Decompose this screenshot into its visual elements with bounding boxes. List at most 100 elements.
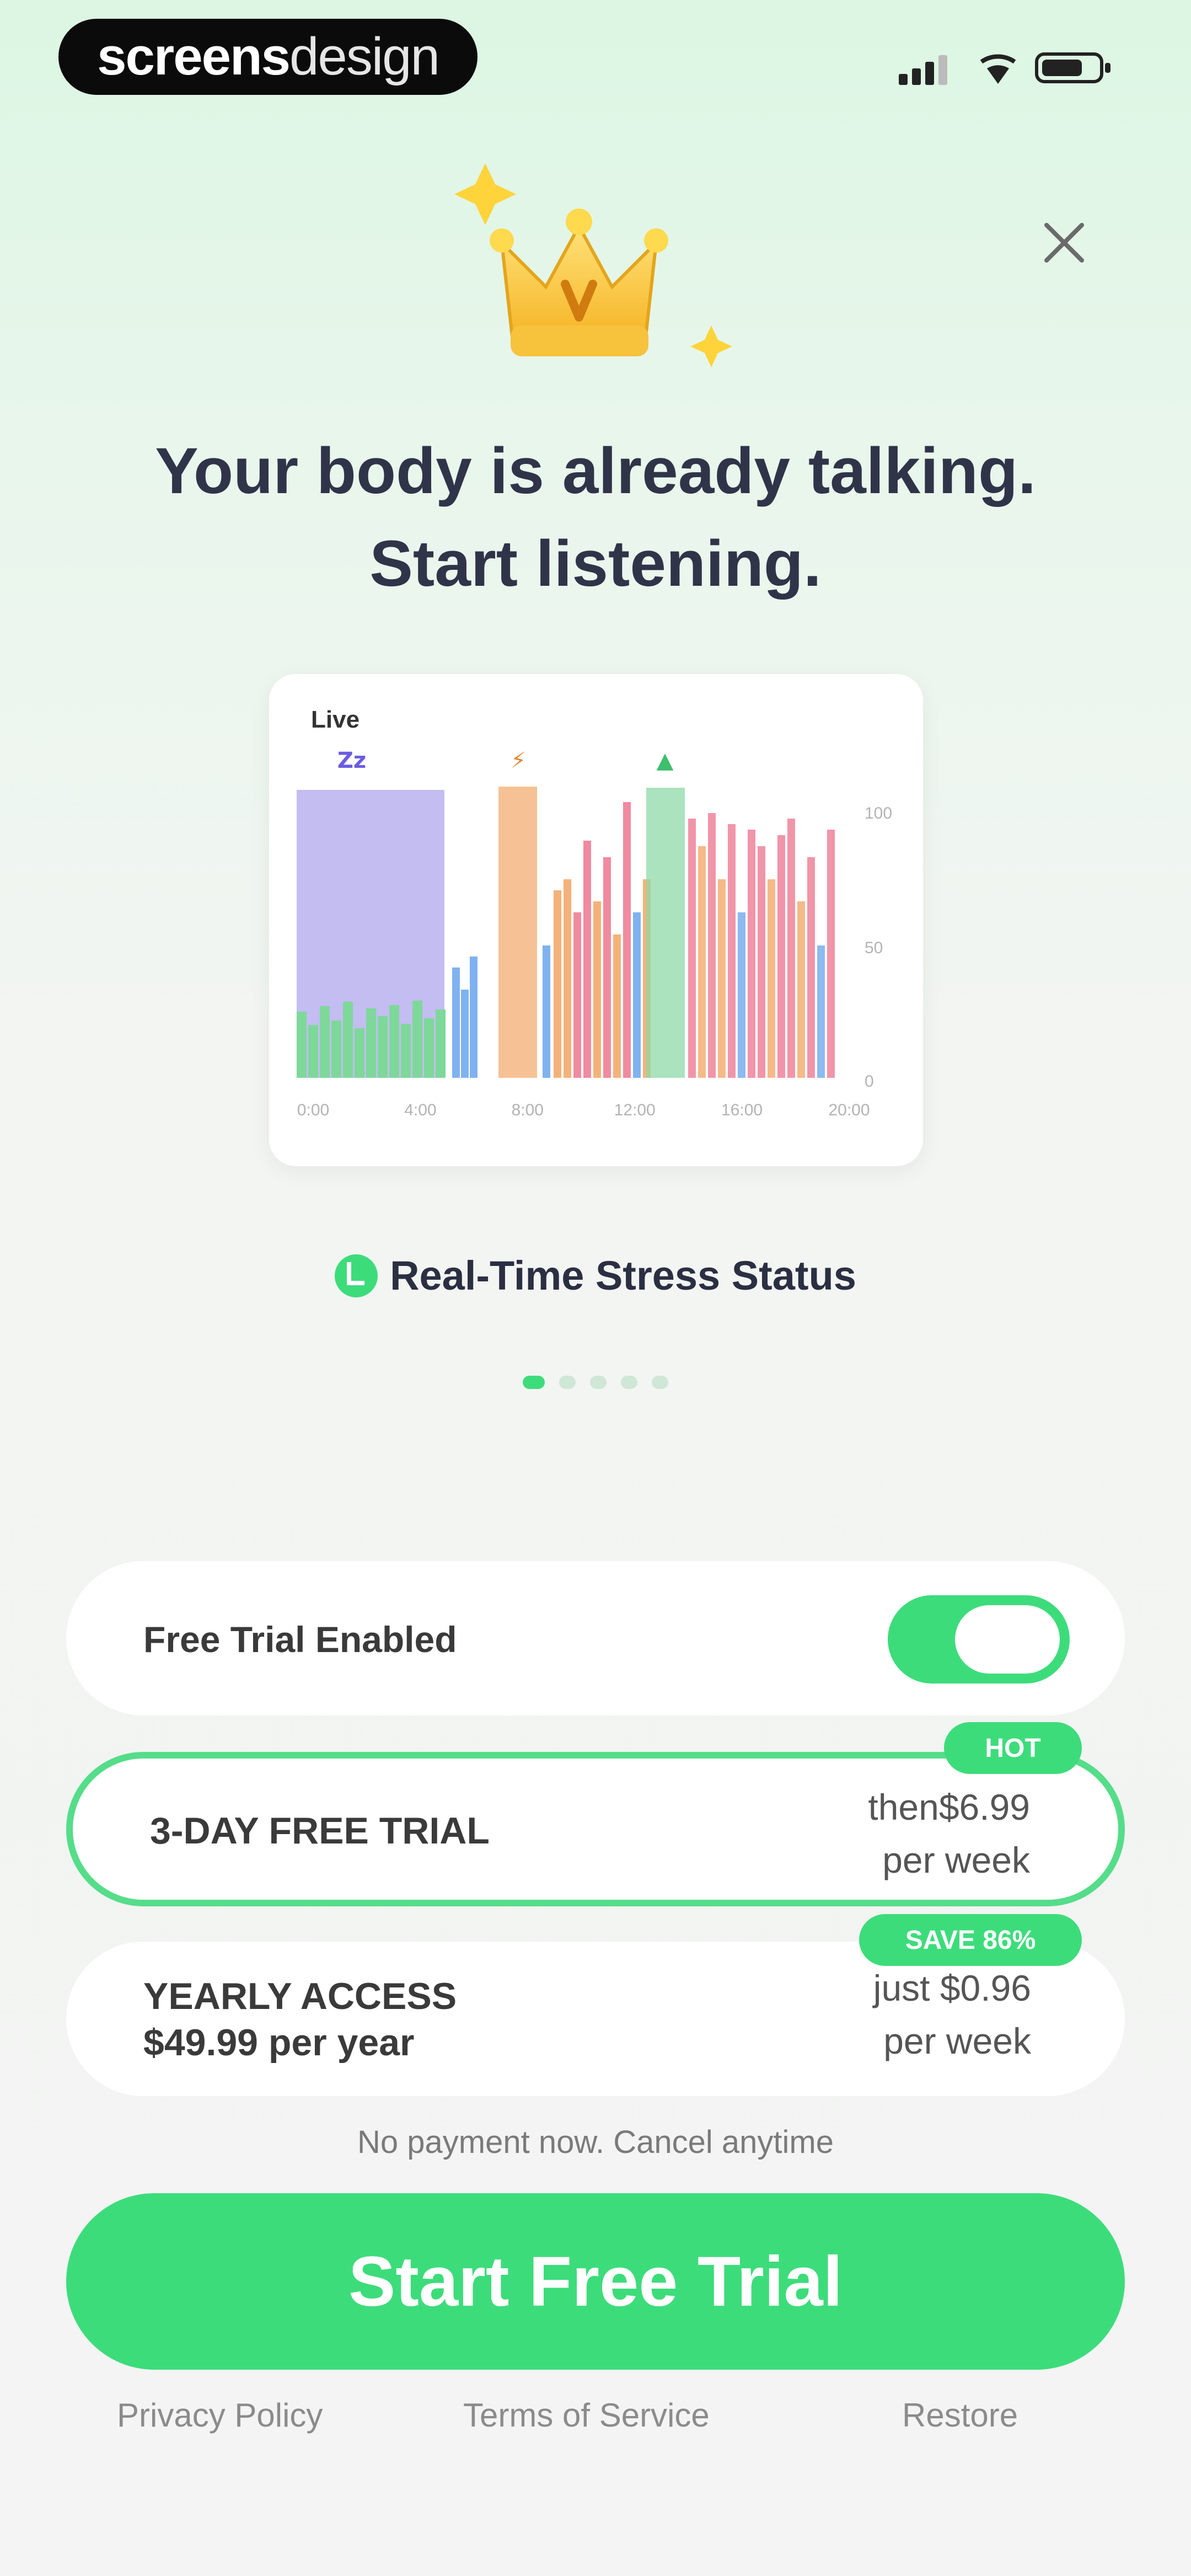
chart-bar	[389, 1005, 399, 1078]
chart-bar	[777, 835, 785, 1078]
stress-chart: Zz ⚡ ▲ 100 50 0 0:00 4:00 8:00 12:00 16:00 20:00	[297, 748, 892, 1119]
chart-bar	[452, 968, 460, 1078]
feature-caption: Real-Time Stress Status	[0, 1252, 1191, 1299]
chart-bar	[797, 901, 805, 1078]
check-circle-icon	[335, 1254, 378, 1297]
free-trial-toggle-row[interactable]: Free Trial Enabled	[66, 1561, 1125, 1715]
chart-bar	[543, 945, 550, 1078]
chart-marker: ⚡	[511, 748, 526, 773]
privacy-policy-link[interactable]: Privacy Policy	[117, 2396, 323, 2434]
chart-bar	[320, 1006, 330, 1078]
chart-bar	[331, 1020, 341, 1078]
close-button[interactable]	[1037, 215, 1092, 270]
chart-bar	[470, 956, 478, 1078]
chart-bar	[708, 813, 716, 1078]
terms-of-service-link[interactable]: Terms of Service	[463, 2396, 710, 2434]
start-free-trial-button[interactable]: Start Free Trial	[66, 2193, 1125, 2370]
chart-bar	[738, 912, 745, 1078]
chart-bar	[698, 846, 706, 1078]
chart-bar	[623, 802, 631, 1078]
chart-bar	[366, 1008, 376, 1078]
chart-bar	[378, 1016, 388, 1078]
x-tick-label: 20:00	[828, 1101, 870, 1119]
chart-bar	[583, 841, 591, 1078]
brand-logo-light: design	[289, 27, 440, 86]
chart-bar	[343, 1002, 353, 1078]
chart-bar	[297, 1012, 307, 1078]
plan-price: then$6.99 per week	[868, 1781, 1030, 1886]
chart-bar	[461, 990, 469, 1078]
recovery-block	[646, 788, 685, 1078]
pagination-dot	[621, 1376, 637, 1389]
battery-icon	[1035, 52, 1110, 83]
page-title: Your body is already talking. Start list…	[0, 425, 1191, 610]
restore-link[interactable]: Restore	[902, 2396, 1018, 2434]
pagination-dot	[590, 1376, 607, 1389]
chart-bar	[807, 857, 815, 1078]
headline-line-1: Your body is already talking.	[155, 435, 1036, 507]
plan-price: just $0.96 per week	[873, 1962, 1031, 2067]
chart-bar	[355, 1028, 364, 1078]
chart-bar	[817, 945, 825, 1078]
chart-bar	[718, 879, 726, 1078]
y-tick-label: 50	[865, 939, 883, 957]
chart-bar	[603, 857, 611, 1078]
close-icon	[1044, 223, 1084, 263]
chart-card: Live Zz ⚡ ▲ 100 50 0 0:00 4:00 8:00 12:00 16:00 20:…	[269, 674, 923, 1166]
plan-title: 3-DAY FREE TRIAL	[150, 1810, 490, 1852]
brand-logo-bold: screens	[97, 27, 291, 86]
chart-bar	[787, 819, 795, 1078]
chart-bar	[436, 1009, 446, 1078]
chart-marker: ▲	[657, 748, 674, 773]
plan-option-trial[interactable]: 3-DAY FREE TRIAL then$6.99 per week	[66, 1752, 1125, 1906]
chart-bar	[613, 934, 621, 1078]
chart-bar	[564, 879, 571, 1078]
x-tick-label: 8:00	[512, 1101, 544, 1119]
active-block	[498, 787, 537, 1078]
hot-badge: HOT	[944, 1722, 1082, 1774]
x-tick-label: 16:00	[721, 1101, 763, 1119]
chart-bar	[593, 901, 601, 1078]
y-tick-label: 0	[865, 1072, 874, 1091]
sparkle-icon	[690, 325, 732, 367]
plan-price-line-1: then$6.99	[868, 1787, 1030, 1827]
save-badge: SAVE 86%	[859, 1914, 1082, 1966]
chart-bar	[554, 890, 561, 1078]
free-trial-switch[interactable]	[888, 1595, 1070, 1684]
plan-title: YEARLY ACCESS	[143, 1975, 457, 2017]
wifi-icon	[980, 54, 1016, 84]
pagination-dot	[652, 1376, 668, 1389]
chart-bar	[728, 824, 736, 1078]
chart-bar	[688, 819, 696, 1078]
sparkle-icon	[454, 163, 516, 225]
chart-bar	[827, 830, 835, 1078]
chart-bar	[748, 830, 755, 1078]
switch-knob	[955, 1605, 1060, 1674]
brand-logo: screens design	[58, 19, 478, 95]
cancel-note: No payment now. Cancel anytime	[357, 2124, 834, 2160]
pagination-dots	[0, 1376, 1191, 1389]
headline-line-2: Start listening.	[369, 527, 822, 600]
y-tick-label: 100	[865, 804, 892, 822]
plan-price-line-1: just $0.96	[873, 1968, 1031, 2008]
plan-subtitle: $49.99 per year	[143, 2022, 415, 2064]
chart-marker: Zz	[337, 748, 366, 773]
signal-icon	[899, 55, 947, 85]
x-tick-label: 4:00	[404, 1101, 436, 1119]
x-tick-label: 0:00	[297, 1101, 329, 1119]
chart-bar	[768, 879, 775, 1078]
plan-price-line-2: per week	[882, 1840, 1030, 1880]
chart-bar	[424, 1018, 434, 1078]
chart-bar	[308, 1025, 318, 1078]
chart-bar	[401, 1024, 411, 1078]
free-trial-label: Free Trial Enabled	[143, 1619, 457, 1660]
chart-bar	[758, 846, 765, 1078]
chart-bar	[412, 1001, 422, 1078]
feature-label: Real-Time Stress Status	[390, 1253, 856, 1298]
chart-bar	[573, 912, 581, 1078]
crown-icon	[454, 163, 732, 367]
pagination-dot	[559, 1376, 576, 1389]
plan-price-line-2: per week	[883, 2021, 1031, 2061]
x-tick-label: 12:00	[614, 1101, 656, 1119]
chart-bar	[633, 912, 641, 1078]
